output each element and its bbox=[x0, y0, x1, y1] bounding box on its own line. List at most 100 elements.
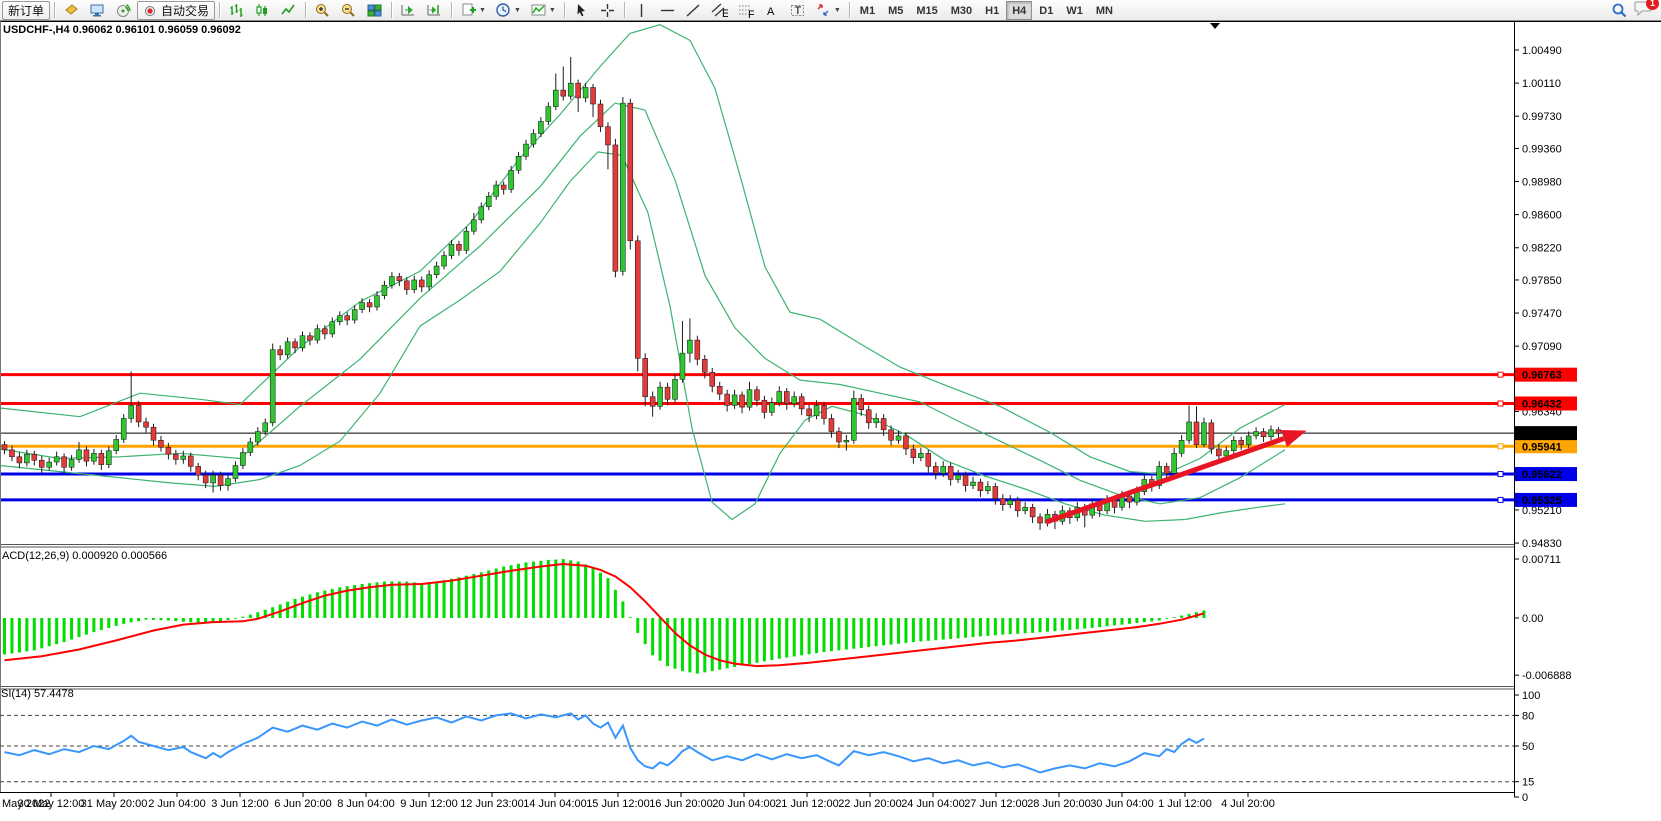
tile-windows-icon bbox=[366, 2, 383, 19]
timeframe-w1[interactable]: W1 bbox=[1060, 1, 1089, 20]
data-window-button[interactable] bbox=[85, 1, 110, 20]
candle-body bbox=[1269, 430, 1274, 437]
date-label: 4 Jul 20:00 bbox=[1221, 798, 1275, 810]
candle-body bbox=[17, 457, 22, 463]
candle-body bbox=[367, 303, 372, 307]
autotrading-label: 自动交易 bbox=[161, 2, 209, 19]
new-order-label: 新订单 bbox=[8, 2, 44, 19]
candle-body bbox=[315, 329, 320, 340]
timeframe-mn[interactable]: MN bbox=[1090, 1, 1119, 20]
timeframe-h4[interactable]: H4 bbox=[1006, 1, 1032, 20]
candle-body bbox=[710, 372, 715, 386]
candle-body bbox=[859, 398, 864, 409]
new-chart-button[interactable]: ▼ bbox=[456, 1, 490, 20]
candle-body bbox=[568, 83, 573, 96]
chat-button[interactable]: 1 bbox=[1634, 0, 1653, 21]
candle-body bbox=[47, 462, 52, 467]
line-anchor-handle[interactable] bbox=[1498, 472, 1503, 477]
market-watch-button[interactable] bbox=[59, 1, 84, 20]
candle-body bbox=[747, 390, 752, 407]
svg-text:F: F bbox=[748, 9, 754, 19]
candle-body bbox=[1239, 440, 1244, 444]
equidistant-channel-button[interactable]: E bbox=[707, 1, 732, 20]
crosshair-button[interactable] bbox=[595, 1, 620, 20]
price-badge-label: 0.96763 bbox=[1522, 370, 1562, 382]
equidistant-channel-icon: E bbox=[711, 2, 728, 19]
new-order-button[interactable]: 新订单 bbox=[2, 1, 50, 20]
candle-body bbox=[807, 409, 812, 416]
bars-chart-button[interactable] bbox=[224, 1, 249, 20]
tile-windows-button[interactable] bbox=[362, 1, 387, 20]
vertical-line-icon bbox=[633, 2, 650, 19]
fibonacci-button[interactable]: F bbox=[733, 1, 758, 20]
candle-body bbox=[1194, 422, 1199, 445]
horizontal-line-button[interactable] bbox=[655, 1, 680, 20]
candle-body bbox=[322, 329, 327, 334]
candle-body bbox=[449, 244, 454, 255]
candle-body bbox=[665, 387, 670, 399]
timeframe-d1[interactable]: D1 bbox=[1033, 1, 1059, 20]
text-label-button[interactable]: T bbox=[785, 1, 810, 20]
candle-body bbox=[69, 459, 74, 467]
candle-body bbox=[486, 196, 491, 206]
signals-button[interactable] bbox=[111, 1, 136, 20]
search-icon[interactable] bbox=[1611, 2, 1628, 19]
arrows-button[interactable]: ▼ bbox=[811, 1, 845, 20]
line-anchor-handle[interactable] bbox=[1498, 444, 1503, 449]
period-button[interactable]: ▼ bbox=[491, 1, 525, 20]
svg-text:T: T bbox=[794, 5, 801, 17]
rsi-tick-label: 0 bbox=[1522, 792, 1528, 804]
candle-body bbox=[509, 170, 514, 189]
cursor-button[interactable] bbox=[569, 1, 594, 20]
arrows-icon bbox=[815, 2, 832, 19]
trendline-button[interactable] bbox=[681, 1, 706, 20]
market-watch-icon bbox=[63, 2, 80, 19]
timeframe-h1[interactable]: H1 bbox=[979, 1, 1005, 20]
autoscroll-button[interactable] bbox=[396, 1, 421, 20]
candle-body bbox=[375, 296, 380, 307]
timeframe-m15[interactable]: M15 bbox=[910, 1, 943, 20]
chart-ohlc-title: USDCHF-,H4 0.96062 0.96101 0.96059 0.960… bbox=[3, 24, 241, 36]
zoom-in-button[interactable] bbox=[310, 1, 335, 20]
date-label: 6 Jun 20:00 bbox=[274, 798, 332, 810]
date-label: 21 Jun 12:00 bbox=[775, 798, 839, 810]
candle-body bbox=[546, 107, 551, 122]
zoom-out-button[interactable] bbox=[336, 1, 361, 20]
candle-body bbox=[434, 266, 439, 275]
candle-body bbox=[382, 285, 387, 295]
chevron-down-icon: ▼ bbox=[834, 7, 841, 14]
candle-body bbox=[1030, 507, 1035, 517]
candle-body bbox=[330, 322, 335, 334]
separator bbox=[54, 2, 55, 18]
candles-chart-icon bbox=[254, 2, 271, 19]
vertical-line-button[interactable] bbox=[629, 1, 654, 20]
candle-body bbox=[1015, 500, 1020, 510]
chart-shift-button[interactable] bbox=[422, 1, 447, 20]
candle-body bbox=[978, 482, 983, 491]
timeframe-m5[interactable]: M5 bbox=[882, 1, 909, 20]
price-tick-label: 1.00110 bbox=[1522, 78, 1561, 90]
timeframe-m1[interactable]: M1 bbox=[854, 1, 881, 20]
candle-body bbox=[32, 454, 37, 460]
line-anchor-handle[interactable] bbox=[1498, 401, 1503, 406]
candle-body bbox=[494, 185, 499, 196]
candle-body bbox=[896, 436, 901, 440]
text-button[interactable]: A bbox=[759, 1, 784, 20]
candle-body bbox=[836, 432, 841, 442]
line-anchor-handle[interactable] bbox=[1498, 372, 1503, 377]
candle-body bbox=[874, 418, 879, 422]
candle-body bbox=[285, 342, 290, 355]
separator bbox=[564, 2, 565, 18]
candle-body bbox=[84, 450, 89, 461]
candle-body bbox=[129, 405, 134, 418]
candles-chart-button[interactable] bbox=[250, 1, 275, 20]
timeframe-m30[interactable]: M30 bbox=[945, 1, 978, 20]
line-anchor-handle[interactable] bbox=[1498, 497, 1503, 502]
autotrading-button[interactable]: 自动交易 bbox=[137, 1, 215, 20]
templates-button[interactable]: ▼ bbox=[526, 1, 560, 20]
line-chart-button[interactable] bbox=[276, 1, 301, 20]
price-chart[interactable]: 1.004901.001100.997300.993600.989800.986… bbox=[0, 0, 1661, 821]
price-badge-label: 0.95325 bbox=[1522, 495, 1562, 507]
candle-body bbox=[91, 453, 96, 461]
price-tick-label: 0.99360 bbox=[1522, 143, 1562, 155]
